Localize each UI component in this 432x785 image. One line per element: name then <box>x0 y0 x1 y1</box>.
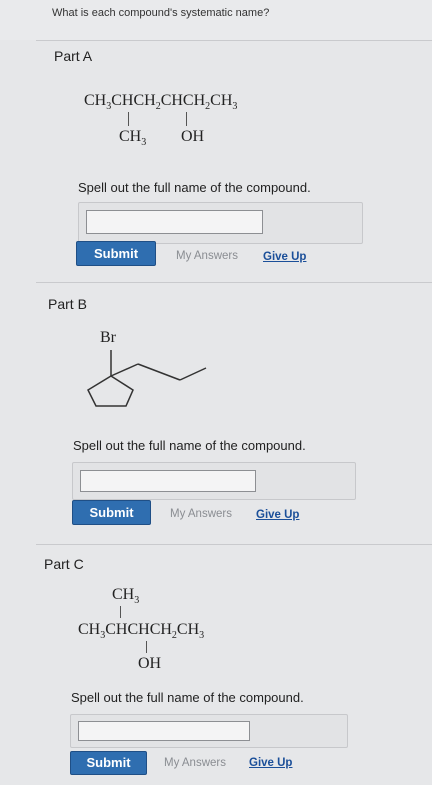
part-c-title: Part C <box>44 556 84 572</box>
part-c-bottom-sub: OH <box>138 655 162 672</box>
part-b-title: Part B <box>48 296 87 312</box>
part-c-give-up-link[interactable]: Give Up <box>249 757 292 769</box>
bond-line <box>128 112 129 126</box>
part-a-main-chain: CH3CHCH2CHCH2CH3 <box>84 92 238 113</box>
part-b-prompt: Spell out the full name of the compound. <box>73 438 306 453</box>
part-c-main-chain: CH3CHCHCH2CH3 <box>78 621 205 642</box>
bond-chain <box>137 363 181 381</box>
part-b-br-label: Br <box>100 329 116 346</box>
part-divider <box>36 544 432 545</box>
part-a-submit-button[interactable]: Submit <box>76 241 156 266</box>
part-a-title: Part A <box>54 48 93 64</box>
part-a-answer-input[interactable] <box>86 210 263 234</box>
part-a-prompt: Spell out the full name of the compound. <box>78 180 311 195</box>
part-a-give-up-link[interactable]: Give Up <box>263 251 306 263</box>
part-divider <box>36 40 432 41</box>
part-b-my-answers-link[interactable]: My Answers <box>170 508 232 520</box>
part-c-top-sub: CH3 <box>112 586 140 607</box>
question-text: What is each compound's systematic name? <box>52 7 270 19</box>
bond-chain <box>179 367 207 381</box>
part-c-answer-input[interactable] <box>78 721 250 741</box>
part-a-my-answers-link[interactable]: My Answers <box>176 250 238 262</box>
bond-line <box>120 606 121 618</box>
part-b-give-up-link[interactable]: Give Up <box>256 509 299 521</box>
question-header: What is each compound's systematic name? <box>0 0 432 40</box>
part-a-sub1: CH3 <box>119 128 147 149</box>
bond-chain <box>110 363 139 377</box>
part-b-skeletal-structure <box>87 350 207 407</box>
part-c-my-answers-link[interactable]: My Answers <box>164 757 226 769</box>
part-b-answer-input[interactable] <box>80 470 256 492</box>
part-a-sub2: OH <box>181 128 205 145</box>
bond-line <box>146 641 147 653</box>
bond-line <box>186 112 187 126</box>
part-c-prompt: Spell out the full name of the compound. <box>71 690 304 705</box>
cyclopentane-ring <box>87 375 134 407</box>
part-b-submit-button[interactable]: Submit <box>72 500 151 525</box>
part-divider <box>36 282 432 283</box>
part-c-submit-button[interactable]: Submit <box>70 751 147 775</box>
